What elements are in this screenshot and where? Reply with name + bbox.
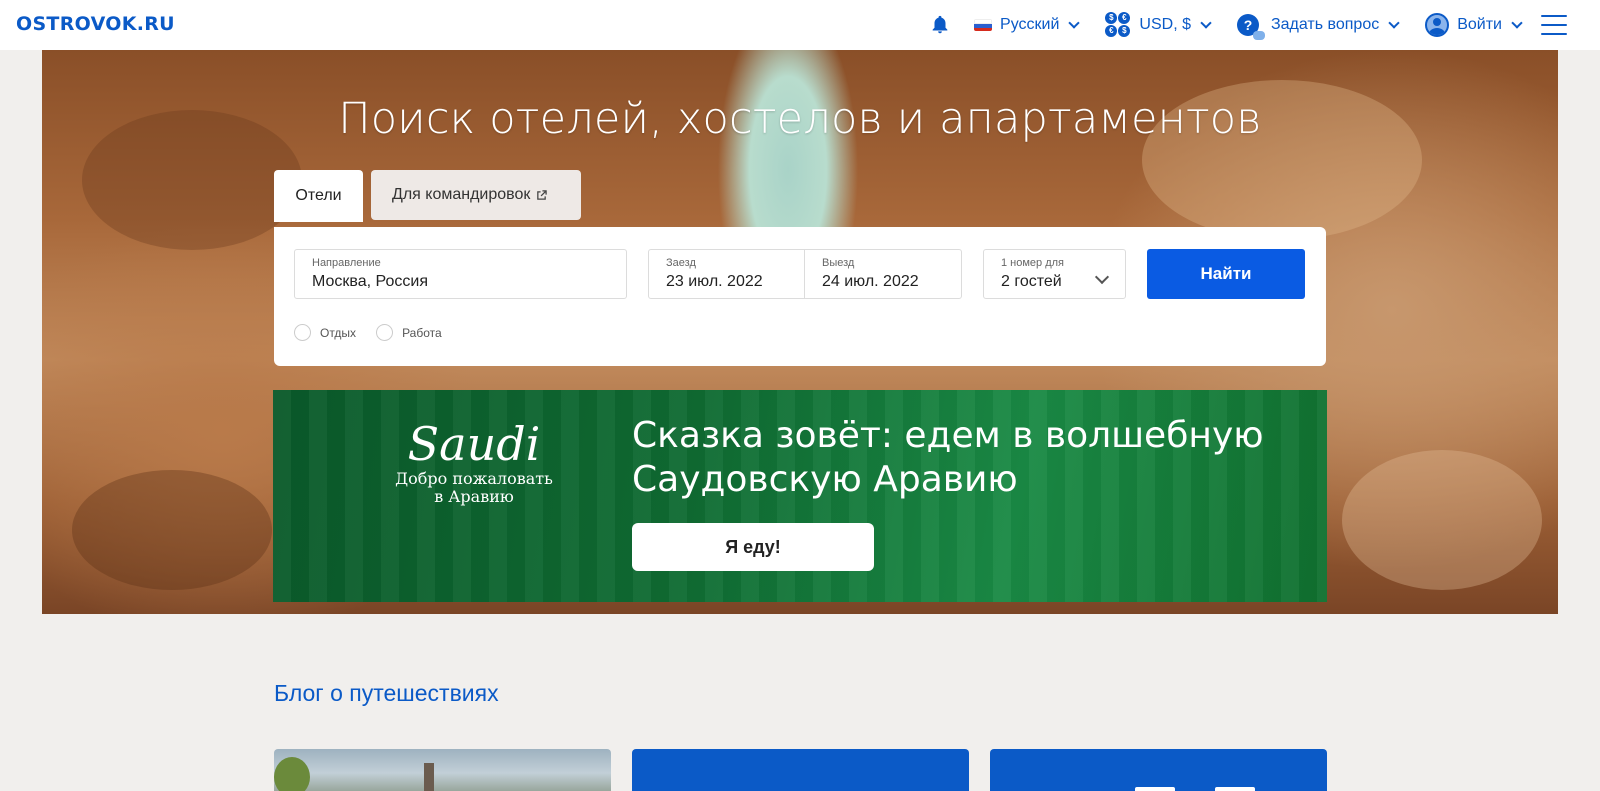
chevron-down-icon bbox=[1511, 17, 1523, 29]
search-form: Направление Москва, Россия Заезд 23 июл.… bbox=[274, 227, 1326, 366]
ask-question-label: Задать вопрос bbox=[1270, 16, 1380, 33]
blog-card-graphic bbox=[1215, 787, 1255, 791]
rock-texture bbox=[72, 470, 272, 590]
chevron-down-icon bbox=[1388, 17, 1400, 29]
guests-value: 2 гостей bbox=[1001, 273, 1062, 290]
language-label: Русский bbox=[1000, 16, 1060, 33]
search-tabs: Отели Для командировок bbox=[274, 170, 581, 222]
promo-banner[interactable]: Saudi Добро пожаловать в Аравию Сказка з… bbox=[273, 390, 1327, 602]
destination-label: Направление bbox=[312, 257, 381, 269]
blog-card[interactable] bbox=[990, 749, 1327, 791]
external-link-icon bbox=[537, 189, 548, 200]
menu-icon[interactable] bbox=[1541, 15, 1567, 35]
chevron-down-icon bbox=[1200, 17, 1212, 29]
site-logo[interactable]: OSTROVOK.RU bbox=[16, 13, 175, 35]
checkout-label: Выезд bbox=[822, 257, 855, 269]
currency-selector[interactable]: $ € € $ USD, $ bbox=[1105, 12, 1212, 38]
guests-selector[interactable]: 1 номер для 2 гостей bbox=[983, 249, 1126, 299]
radio-leisure-label: Отдых bbox=[320, 325, 357, 340]
blog-section-title[interactable]: Блог о путешествиях bbox=[274, 680, 499, 707]
saudi-logo-text: Saudi bbox=[407, 417, 541, 471]
checkin-label: Заезд bbox=[666, 257, 696, 269]
question-icon: ? bbox=[1236, 14, 1265, 40]
ask-question-menu[interactable]: ? Задать вопрос bbox=[1236, 14, 1400, 40]
bell-icon[interactable] bbox=[929, 14, 949, 36]
checkin-field[interactable]: Заезд 23 июл. 2022 bbox=[648, 249, 806, 299]
checkout-value: 24 июл. 2022 bbox=[822, 273, 919, 290]
tab-hotels[interactable]: Отели bbox=[274, 170, 363, 222]
banner-headline: Сказка зовёт: едем в волшебную Саудовску… bbox=[632, 415, 1264, 500]
destination-value: Москва, Россия bbox=[312, 273, 428, 290]
radio-work[interactable]: Работа bbox=[376, 324, 442, 341]
blog-card-graphic bbox=[1135, 787, 1175, 791]
saudi-logo: Saudi Добро пожаловать в Аравию bbox=[391, 418, 557, 506]
guests-label: 1 номер для bbox=[1001, 257, 1065, 269]
russian-flag-icon bbox=[974, 19, 993, 31]
header-nav: Русский $ € € $ USD, $ ? Задать вопрос Войт… bbox=[929, 0, 1600, 50]
tab-business[interactable]: Для командировок bbox=[371, 170, 581, 220]
trip-type-radios: Отдых Работа bbox=[294, 324, 462, 341]
language-selector[interactable]: Русский bbox=[974, 16, 1081, 34]
destination-field[interactable]: Направление Москва, Россия bbox=[294, 249, 627, 299]
login-label: Войти bbox=[1457, 16, 1502, 33]
radio-leisure[interactable]: Отдых bbox=[294, 324, 356, 341]
currency-icon: $ € € $ bbox=[1105, 12, 1131, 38]
saudi-logo-subtitle-1: Добро пожаловать bbox=[395, 469, 553, 488]
blog-card[interactable] bbox=[274, 749, 611, 791]
search-button[interactable]: Найти bbox=[1147, 249, 1305, 299]
top-header: OSTROVOK.RU Русский $ € € $ USD, $ ? Задать… bbox=[0, 0, 1600, 50]
checkout-field[interactable]: Выезд 24 июл. 2022 bbox=[804, 249, 962, 299]
currency-label: USD, $ bbox=[1139, 16, 1191, 33]
banner-cta-button[interactable]: Я еду! bbox=[632, 523, 874, 571]
blog-card[interactable] bbox=[632, 749, 969, 791]
checkin-value: 23 июл. 2022 bbox=[666, 273, 763, 290]
radio-circle bbox=[294, 324, 311, 341]
radio-work-label: Работа bbox=[402, 325, 442, 340]
tab-business-label: Для командировок bbox=[392, 186, 531, 203]
saudi-logo-subtitle-2: в Аравию bbox=[434, 487, 514, 506]
login-menu[interactable]: Войти bbox=[1425, 13, 1523, 37]
user-icon bbox=[1425, 13, 1450, 37]
chevron-down-icon bbox=[1068, 17, 1081, 29]
radio-circle bbox=[376, 324, 394, 341]
rock-texture bbox=[1342, 450, 1542, 590]
hero-title: Поиск отелей, хостелов и апартаментов bbox=[338, 94, 1262, 144]
